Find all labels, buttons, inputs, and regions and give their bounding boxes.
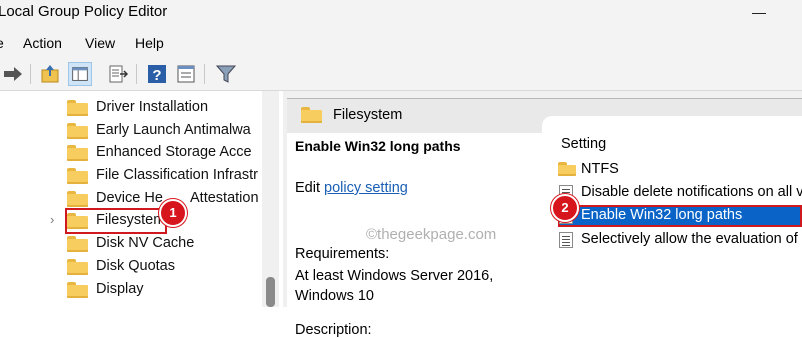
- show-hide-console-tree-icon[interactable]: [68, 62, 92, 86]
- tree-item[interactable]: File Classification Infrastr: [0, 165, 262, 187]
- folder-icon: [67, 191, 88, 207]
- extended-description-panel: Enable Win32 long paths Edit policy setti…: [287, 133, 549, 338]
- folder-icon: [67, 145, 88, 161]
- filter-icon[interactable]: [214, 62, 238, 86]
- title-bar: Local Group Policy Editor: [0, 0, 802, 28]
- setting-row[interactable]: Selectively allow the evaluation of: [558, 229, 802, 251]
- requirements-value: At least Windows Server 2016, Windows 10: [295, 268, 494, 304]
- menu-action[interactable]: Action: [23, 35, 62, 51]
- tree-item[interactable]: Enhanced Storage Acce: [0, 142, 262, 164]
- tree-item-label: File Classification Infrastr: [96, 167, 258, 183]
- step-badge-1: 1: [159, 199, 187, 227]
- forward-arrow-icon[interactable]: [1, 62, 25, 86]
- policy-title: Enable Win32 long paths: [295, 138, 461, 154]
- setting-label: NTFS: [581, 161, 619, 177]
- tree-item-label: Enhanced Storage Acce: [96, 144, 252, 160]
- tree-scrollbar[interactable]: [262, 91, 279, 307]
- folder-icon: [67, 123, 88, 139]
- tree-item-label: Display: [96, 281, 144, 297]
- details-header-title: Filesystem: [333, 107, 403, 123]
- menu-file[interactable]: e: [0, 35, 4, 51]
- tree-item-label: Disk Quotas: [96, 258, 175, 274]
- scrollbar-thumb[interactable]: [266, 277, 275, 307]
- expand-chevron-icon[interactable]: ›: [50, 212, 54, 227]
- filesystem-highlight-box: [65, 208, 167, 234]
- watermark: ©thegeekpage.com: [366, 226, 497, 243]
- tree-item-label-tail: Attestation: [190, 190, 259, 206]
- folder-icon: [301, 107, 322, 123]
- step-badge-2: 2: [551, 194, 579, 222]
- details-pane: Filesystem Enable Win32 long paths Edit p…: [283, 91, 802, 338]
- folder-icon: [67, 236, 88, 252]
- up-folder-icon[interactable]: [38, 62, 62, 86]
- toolbar-separator: [136, 64, 137, 84]
- tree-item[interactable]: Driver Installation: [0, 97, 262, 119]
- console-tree: Driver Installation Early Launch Antimal…: [0, 91, 279, 307]
- folder-icon: [558, 162, 576, 176]
- description-label: Description:: [295, 322, 372, 338]
- folder-icon: [67, 282, 88, 298]
- tree-item-label: Disk NV Cache: [96, 235, 195, 251]
- svg-text:?: ?: [152, 67, 161, 84]
- edit-line: Edit policy setting: [295, 180, 408, 196]
- setting-label: Disable delete notifications on all v: [581, 184, 802, 200]
- export-list-icon[interactable]: [106, 62, 130, 86]
- minimize-button[interactable]: [752, 13, 766, 14]
- tree-item[interactable]: Device He Attestation: [0, 188, 262, 210]
- folder-icon: [67, 168, 88, 184]
- settings-list: Setting NTFS Disable delete notification…: [542, 116, 802, 307]
- tree-item-label: Device He: [96, 190, 163, 206]
- menu-help[interactable]: Help: [135, 35, 164, 51]
- tree-item[interactable]: Disk Quotas: [0, 256, 262, 278]
- help-icon[interactable]: ?: [145, 62, 169, 86]
- setting-label: Enable Win32 long paths: [581, 207, 743, 223]
- setting-row[interactable]: Disable delete notifications on all v: [558, 182, 802, 204]
- setting-label: Selectively allow the evaluation of: [581, 231, 798, 247]
- folder-icon: [67, 259, 88, 275]
- menu-bar: e Action View Help: [0, 28, 802, 58]
- policy-setting-icon: [559, 232, 573, 248]
- toolbar: ?: [0, 58, 802, 91]
- tree-item[interactable]: Display: [0, 279, 262, 301]
- tree-item[interactable]: Disk NV Cache: [0, 233, 262, 255]
- properties-icon[interactable]: [174, 62, 198, 86]
- menu-view[interactable]: View: [85, 35, 115, 51]
- setting-column-header[interactable]: Setting: [561, 136, 606, 152]
- requirements-label: Requirements:: [295, 246, 390, 262]
- setting-row-enable-win32-long-paths[interactable]: Enable Win32 long paths: [558, 205, 802, 227]
- tree-item-label: Driver Installation: [96, 99, 209, 115]
- tree-item[interactable]: Early Launch Antimalwa: [0, 120, 262, 142]
- setting-row-ntfs[interactable]: NTFS: [558, 159, 802, 181]
- tree-item-label: Early Launch Antimalwa: [96, 122, 251, 138]
- toolbar-separator: [30, 64, 31, 84]
- edit-prefix: Edit: [295, 180, 320, 196]
- toolbar-separator: [204, 64, 205, 84]
- window-title: Local Group Policy Editor: [0, 3, 168, 20]
- edit-policy-setting-link[interactable]: policy setting: [324, 180, 408, 196]
- folder-icon: [67, 100, 88, 116]
